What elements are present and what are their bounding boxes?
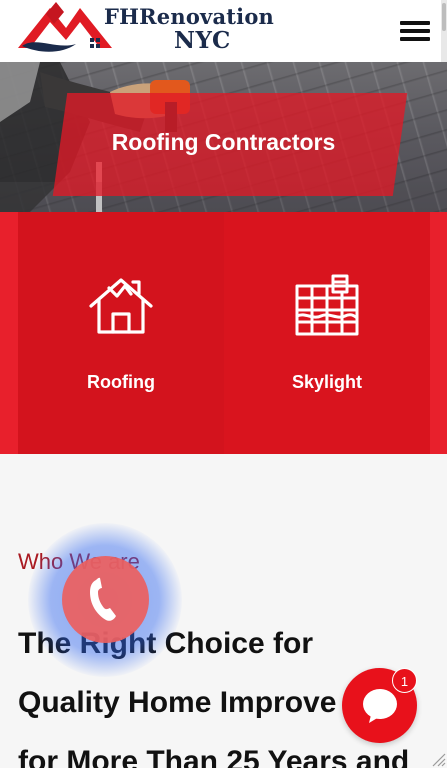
service-card-roofing[interactable]: Roofing: [18, 212, 224, 454]
call-button[interactable]: [62, 556, 149, 643]
logo-text-city: NYC: [174, 27, 231, 54]
skylight-icon: [295, 274, 359, 336]
service-label-skylight: Skylight: [291, 372, 362, 392]
site-logo[interactable]: FHRenovation NYC: [16, 0, 316, 60]
hamburger-menu-icon[interactable]: [400, 21, 430, 43]
scrollbar[interactable]: [441, 0, 447, 62]
hero-title: Roofing Contractors: [111, 129, 336, 155]
house-roof-icon: [89, 278, 153, 334]
chat-bubble-icon: [363, 689, 397, 723]
scrollbar-thumb[interactable]: [442, 3, 446, 31]
services-section: Roofing Skylight: [0, 212, 447, 454]
service-card-skylight[interactable]: Skylight: [224, 212, 430, 454]
resize-grip-icon[interactable]: [430, 751, 446, 767]
service-label-roofing: Roofing: [87, 372, 155, 392]
chat-unread-badge: 1: [392, 668, 417, 693]
site-header: FHRenovation NYC: [0, 0, 447, 62]
logo-text-brand: FHRenovation: [104, 4, 275, 29]
page: FHRenovation NYC Roofing Contractors Roo…: [0, 0, 447, 768]
phone-icon: [90, 577, 116, 621]
hero-banner: Roofing Contractors: [0, 62, 447, 212]
